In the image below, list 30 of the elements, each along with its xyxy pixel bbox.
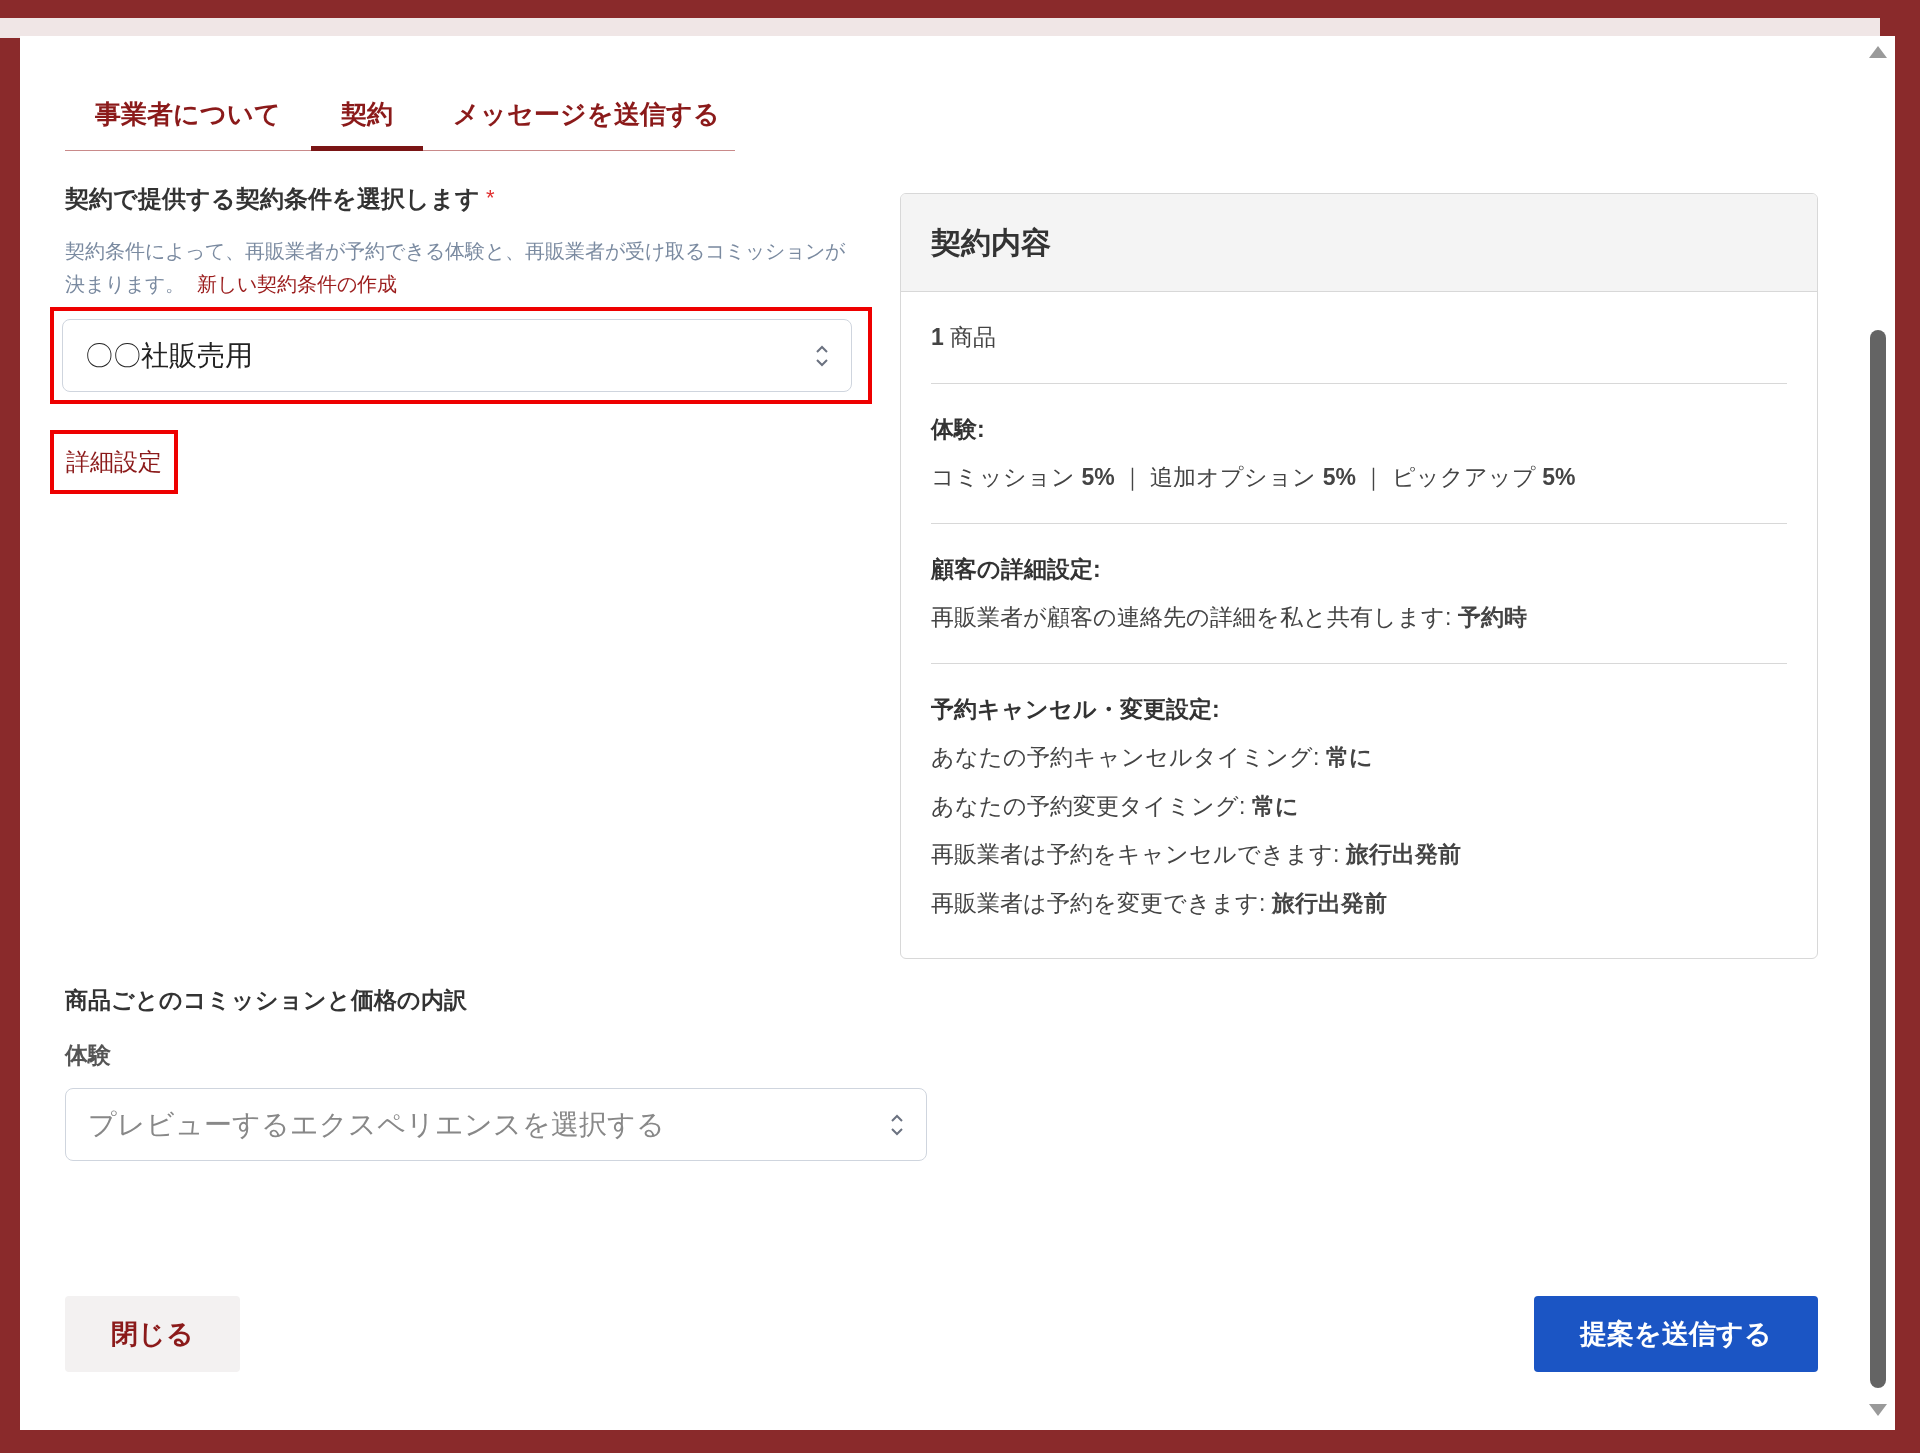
summary-text: 再販業者は予約を変更できます: 旅行出発前 (931, 888, 1388, 918)
scrollbar-thumb[interactable] (1870, 330, 1886, 1388)
close-button[interactable]: 閉じる (65, 1296, 240, 1372)
field-label: 契約で提供する契約条件を選択します (65, 184, 480, 214)
field-label: 体験 (65, 1040, 112, 1070)
create-terms-link[interactable]: 新しい契約条件の作成 (196, 273, 397, 295)
card-title: 契約内容 (931, 225, 1051, 261)
section-heading: 予約キャンセル・変更設定: (931, 694, 1221, 724)
summary-text: あなたの予約キャンセルタイミング: 常に (931, 743, 1374, 772)
terms-select[interactable]: 〇〇社販売用 (62, 319, 852, 392)
submit-button[interactable]: 提案を送信する (1534, 1296, 1818, 1372)
advanced-settings-link[interactable]: 詳細設定 (66, 448, 162, 475)
section-heading: 体験: (931, 414, 986, 444)
summary-text: 再販業者は予約をキャンセルできます: 旅行出発前 (931, 840, 1462, 869)
tab[interactable]: 契約 (311, 91, 423, 151)
section-title: 商品ごとのコミッションと価格の内訳 (65, 986, 468, 1015)
tab[interactable]: 事業者について (65, 91, 311, 151)
summary-text: 再販業者が顧客の連絡先の詳細を私と共有します: 予約時 (931, 603, 1528, 632)
scroll-down-icon[interactable] (1869, 1404, 1887, 1416)
tab[interactable]: メッセージを送信する (423, 91, 750, 151)
summary-text: コミッション 5% ｜ 追加オプション 5% ｜ ピックアップ 5% (931, 463, 1577, 493)
chevron-up-down-icon (815, 343, 829, 368)
help-text: 契約条件によって、再販業者が予約できる体験と、再販業者が受け取るコミッションが決まります。 新しい契約条件の作成 (65, 239, 845, 297)
scroll-up-icon[interactable] (1869, 46, 1887, 58)
summary-text: あなたの予約変更タイミング: 常に (931, 791, 1300, 821)
experience-select[interactable]: プレビューするエクスペリエンスを選択する (65, 1088, 927, 1161)
required-mark: * (486, 184, 495, 212)
chevron-up-down-icon (890, 1112, 904, 1137)
section-heading: 顧客の詳細設定: (931, 554, 1102, 584)
summary-text: 1 商品 (931, 323, 998, 352)
